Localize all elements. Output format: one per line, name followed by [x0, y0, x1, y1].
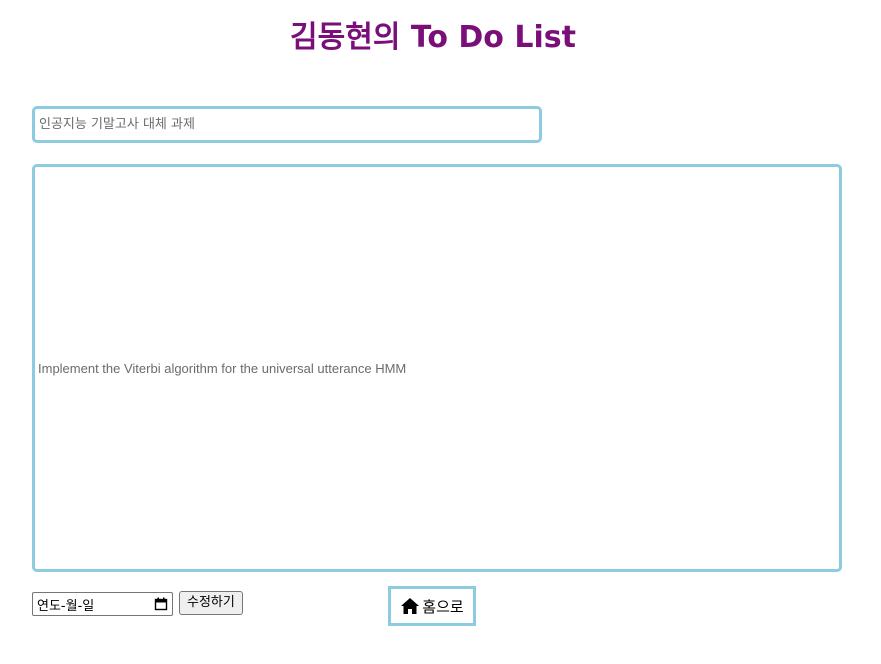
home-button-label: 홈으로	[422, 597, 464, 616]
date-placeholder: 연도-월-일	[37, 598, 95, 614]
calendar-icon[interactable]	[154, 597, 168, 611]
home-icon	[400, 597, 420, 615]
todo-content-text: Implement the Viterbi algorithm for the …	[38, 360, 407, 376]
page-title: 김동현의 To Do List	[290, 20, 576, 55]
todo-content-textarea[interactable]: Implement the Viterbi algorithm for the …	[32, 164, 842, 572]
todo-title-input[interactable]	[32, 106, 542, 143]
edit-button[interactable]: 수정하기	[179, 591, 243, 615]
due-date-input[interactable]: 연도-월-일	[32, 592, 173, 616]
home-button[interactable]: 홈으로	[388, 586, 476, 626]
